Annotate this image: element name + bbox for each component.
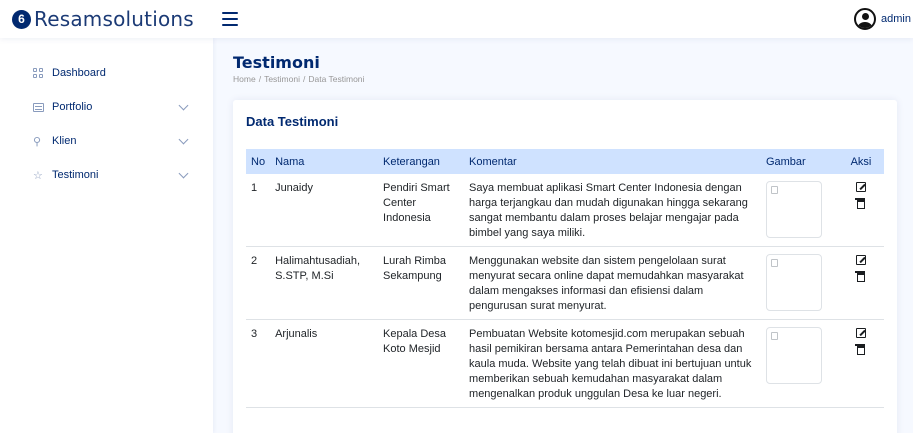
cell-nama: Arjunalis bbox=[270, 319, 379, 408]
column-header-aksi: Aksi bbox=[837, 149, 884, 174]
cell-komentar: Pembuatan Website kotomesjid.com merupak… bbox=[464, 319, 761, 408]
cell-gambar bbox=[760, 319, 838, 408]
page-title: Testimoni bbox=[233, 53, 320, 72]
cell-keterangan: Lurah Rimba Sekampung bbox=[378, 246, 465, 320]
cell-aksi bbox=[837, 246, 884, 320]
sidebar-item-klien[interactable]: ⚲ Klien bbox=[0, 124, 213, 158]
person-icon: ⚲ bbox=[33, 135, 42, 148]
table-row: 1 Junaidy Pendiri Smart Center Indonesia… bbox=[246, 174, 884, 247]
testimoni-table: No Nama Keterangan Komentar Gambar Aksi … bbox=[246, 149, 884, 408]
column-header-komentar: Komentar bbox=[464, 149, 761, 174]
trash-icon[interactable] bbox=[855, 344, 866, 355]
broken-image-icon bbox=[770, 259, 778, 267]
column-header-keterangan: Keterangan bbox=[378, 149, 465, 174]
trash-icon[interactable] bbox=[855, 198, 866, 209]
sidebar-item-dashboard[interactable]: Dashboard bbox=[0, 56, 213, 90]
breadcrumb-testimoni[interactable]: Testimoni bbox=[264, 74, 300, 84]
trash-icon[interactable] bbox=[855, 271, 866, 282]
cell-nama: Halimahtusadiah, S.STP, M.Si bbox=[270, 246, 379, 320]
user-name[interactable]: admin bbox=[881, 13, 911, 25]
chevron-down-icon[interactable] bbox=[178, 100, 189, 110]
top-header: 6 Resamsolutions admin bbox=[0, 0, 913, 38]
sidebar-item-label: Portfolio bbox=[52, 101, 93, 113]
table-row: 3 Arjunalis Kepala Desa Koto Mesjid Pemb… bbox=[246, 319, 884, 408]
star-icon: ☆ bbox=[33, 169, 43, 182]
cell-aksi bbox=[837, 319, 884, 408]
chevron-down-icon[interactable] bbox=[178, 168, 189, 178]
menu-toggle-icon[interactable] bbox=[222, 12, 238, 26]
cell-gambar bbox=[760, 246, 838, 320]
cell-no: 3 bbox=[246, 319, 271, 408]
sidebar-item-testimoni[interactable]: ☆ Testimoni bbox=[0, 158, 213, 192]
column-header-no: No bbox=[246, 149, 271, 174]
chevron-down-icon[interactable] bbox=[178, 134, 189, 144]
grid-icon bbox=[33, 68, 44, 78]
cell-komentar: Menggunakan website dan sistem pengelola… bbox=[464, 246, 761, 320]
cell-keterangan: Pendiri Smart Center Indonesia bbox=[378, 174, 465, 247]
app-name: Resamsolutions bbox=[34, 7, 194, 31]
broken-image-icon bbox=[770, 186, 778, 194]
breadcrumb-separator: / bbox=[258, 74, 262, 84]
sidebar-item-label: Dashboard bbox=[52, 67, 106, 79]
sidebar: Dashboard Portfolio ⚲ Klien ☆ Testimoni bbox=[0, 38, 213, 433]
broken-image-icon bbox=[770, 332, 778, 340]
breadcrumb-home[interactable]: Home bbox=[233, 74, 256, 84]
edit-icon[interactable] bbox=[855, 182, 866, 192]
table-header-row: No Nama Keterangan Komentar Gambar Aksi bbox=[246, 149, 884, 174]
edit-icon[interactable] bbox=[855, 328, 866, 338]
cell-komentar: Saya membuat aplikasi Smart Center Indon… bbox=[464, 174, 761, 247]
card-title: Data Testimoni bbox=[246, 114, 339, 129]
list-icon bbox=[33, 102, 44, 112]
sidebar-item-label: Testimoni bbox=[52, 169, 99, 181]
breadcrumb-separator: / bbox=[302, 74, 306, 84]
user-menu[interactable]: admin bbox=[854, 8, 913, 30]
edit-icon[interactable] bbox=[855, 255, 866, 265]
cell-nama: Junaidy bbox=[270, 174, 379, 247]
column-header-nama: Nama bbox=[270, 149, 379, 174]
breadcrumb-current: Data Testimoni bbox=[308, 74, 365, 84]
table-row: 2 Halimahtusadiah, S.STP, M.Si Lurah Rim… bbox=[246, 246, 884, 320]
testimoni-image bbox=[765, 181, 822, 238]
logo[interactable]: 6 Resamsolutions bbox=[0, 7, 213, 31]
user-avatar-icon[interactable] bbox=[854, 8, 877, 30]
cell-gambar bbox=[760, 174, 838, 247]
testimoni-card: Data Testimoni No Nama Keterangan Koment… bbox=[233, 100, 897, 433]
logo-mark: 6 bbox=[12, 9, 31, 29]
breadcrumb: Home / Testimoni / Data Testimoni bbox=[233, 74, 913, 84]
main-content: Testimoni Home / Testimoni / Data Testimoni … bbox=[213, 38, 913, 433]
testimoni-image bbox=[765, 327, 822, 384]
cell-no: 1 bbox=[246, 174, 271, 247]
cell-no: 2 bbox=[246, 246, 271, 320]
column-header-gambar: Gambar bbox=[760, 149, 838, 174]
sidebar-item-label: Klien bbox=[52, 135, 77, 147]
cell-keterangan: Kepala Desa Koto Mesjid bbox=[378, 319, 465, 408]
sidebar-item-portfolio[interactable]: Portfolio bbox=[0, 90, 213, 124]
testimoni-image bbox=[765, 254, 822, 311]
cell-aksi bbox=[837, 174, 884, 247]
